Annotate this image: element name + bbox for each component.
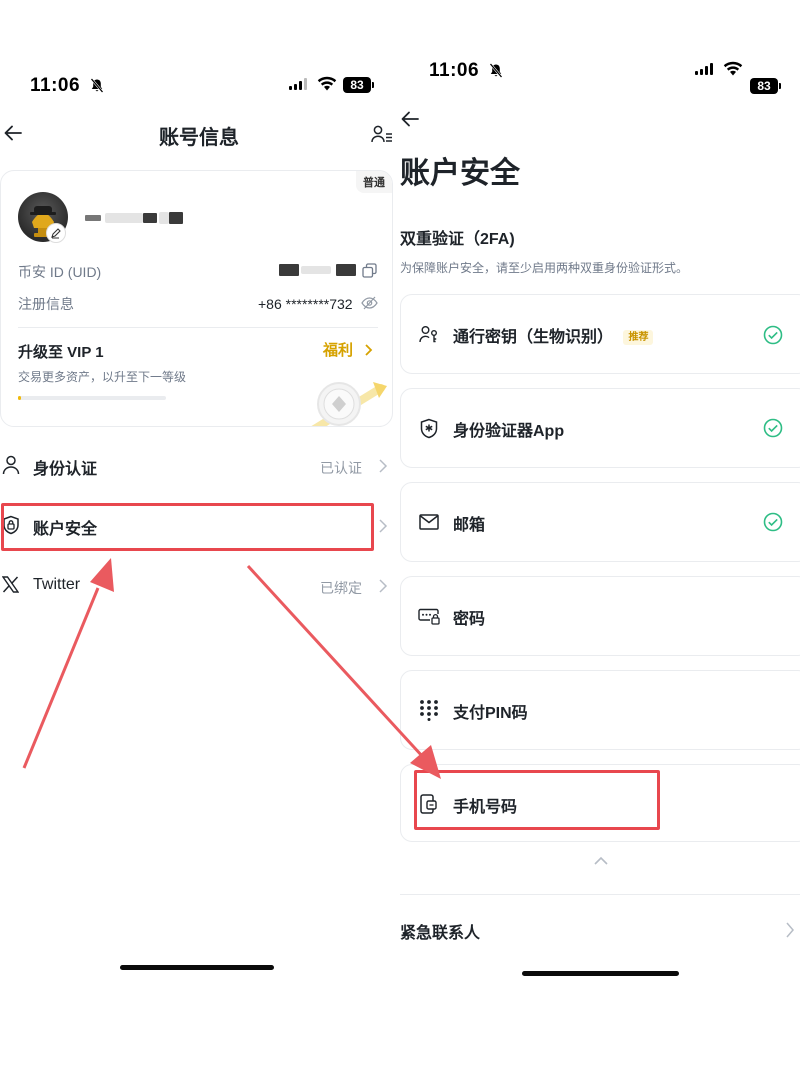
annotation-arrows bbox=[22, 558, 441, 779]
arrow-to-account-security bbox=[22, 558, 114, 769]
arrow-to-phone-number bbox=[246, 564, 441, 779]
